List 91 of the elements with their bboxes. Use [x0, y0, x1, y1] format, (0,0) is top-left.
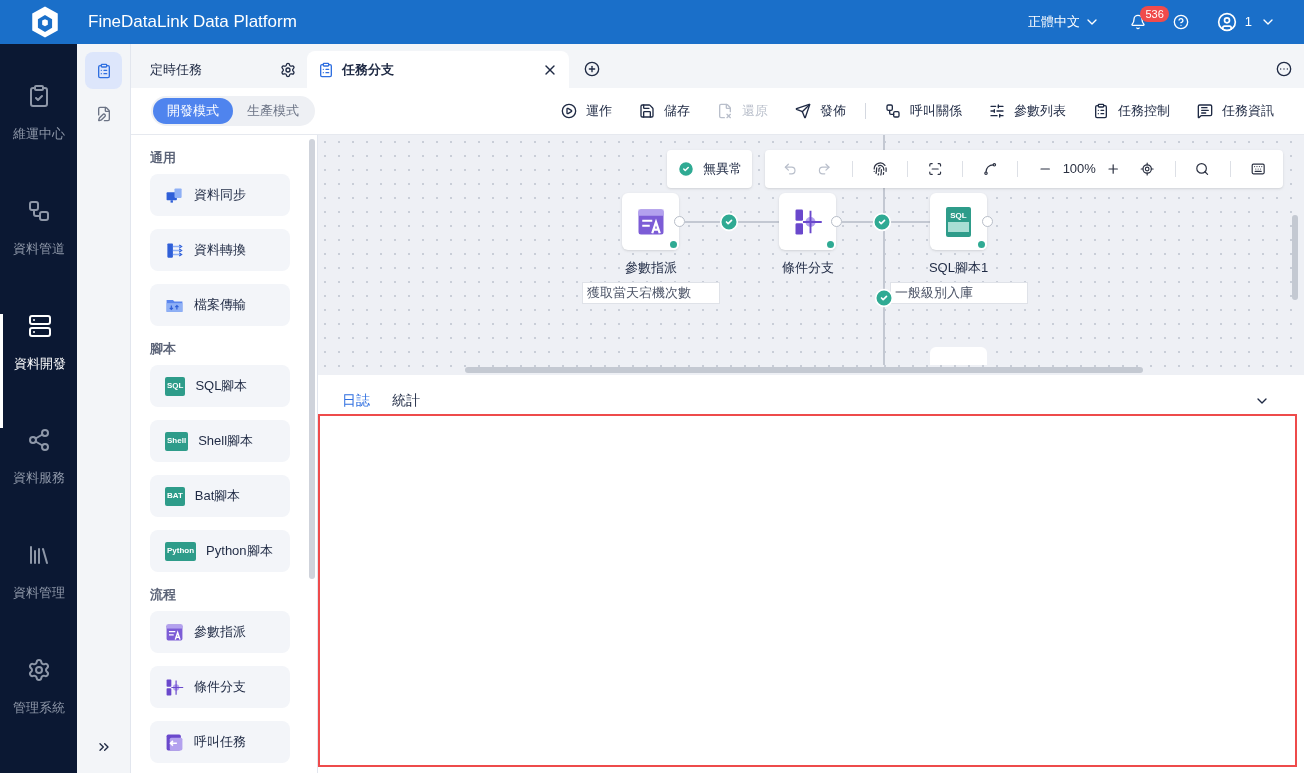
play-icon: [561, 103, 577, 119]
editor-tab[interactable]: 任務分支: [307, 51, 569, 88]
user-name[interactable]: 1: [1244, 12, 1252, 32]
toolbar-button[interactable]: 運作: [561, 101, 612, 121]
nav-item[interactable]: 資料管理: [0, 543, 77, 659]
nav-item[interactable]: 資料服務: [0, 428, 77, 544]
nav-item[interactable]: 管理系統: [0, 658, 77, 773]
nav-item[interactable]: 資料管道: [0, 198, 77, 314]
palette-section-title: 腳本: [150, 340, 177, 355]
zoom-level: 100%: [1062, 160, 1096, 179]
zoom-in-icon[interactable]: [1105, 161, 1121, 177]
pipeline-icon: [26, 198, 51, 223]
settings-icon: [26, 658, 51, 683]
save-icon: [639, 103, 655, 119]
monitor-sync-icon: [165, 185, 184, 205]
palette-item[interactable]: Shell Shell腳本: [150, 420, 290, 462]
locate-icon[interactable]: [1140, 161, 1155, 177]
horizontal-scrollbar[interactable]: [465, 367, 1143, 373]
transform-icon: [165, 240, 184, 260]
bell-icon[interactable]: [1130, 14, 1147, 30]
parameter-icon: [165, 622, 184, 642]
task-icon: [318, 61, 334, 78]
log-tab[interactable]: 統計: [392, 390, 420, 411]
node-label: 參數指派: [624, 259, 677, 277]
more-icon[interactable]: [1276, 61, 1292, 77]
relation-icon: [885, 103, 901, 119]
toolbar-button[interactable]: 任務資訊: [1197, 101, 1274, 121]
toolbar-button[interactable]: 呼叫關係: [885, 101, 962, 121]
log-tab[interactable]: 日誌: [342, 390, 370, 411]
fit-view-icon[interactable]: [927, 161, 943, 177]
nav-item[interactable]: 維運中心: [0, 84, 77, 199]
search-icon[interactable]: [1195, 161, 1210, 177]
mode-option[interactable]: 開發模式: [153, 98, 233, 124]
node-label: 條件分支: [781, 259, 834, 277]
palette-item[interactable]: 資料轉換: [150, 229, 290, 271]
settings-icon[interactable]: [280, 61, 296, 78]
editor-tab[interactable]: 定時任務: [139, 51, 307, 88]
check-icon: [677, 160, 695, 178]
palette-section-title: 流程: [150, 586, 177, 601]
check-icon: [874, 288, 894, 308]
connector-icon[interactable]: [983, 161, 998, 177]
send-icon: [795, 103, 811, 119]
notification-count: 536: [1140, 6, 1169, 22]
node-label: SQL腳本1: [928, 259, 989, 277]
script-file-icon: SQL: [165, 376, 186, 396]
keyboard-icon[interactable]: [1250, 161, 1266, 177]
status-badge: 無異常: [667, 150, 752, 188]
node-note: 一般級別入庫: [889, 281, 1028, 304]
sliders-icon: [989, 103, 1005, 119]
toolbar-button[interactable]: 參數列表: [989, 101, 1066, 121]
check-icon: [872, 212, 892, 232]
revert-icon: [717, 103, 733, 119]
flow-node[interactable]: [779, 193, 836, 250]
branch-icon: [165, 677, 184, 697]
clipboard-icon: [95, 62, 112, 79]
call-task-icon: [165, 732, 184, 752]
mode-option[interactable]: 生產模式: [233, 98, 313, 124]
palette-item[interactable]: Python Python腳本: [150, 530, 290, 572]
toolbar-button[interactable]: 發佈: [795, 101, 846, 121]
file-edit-icon: [95, 105, 112, 122]
flow-node[interactable]: [622, 193, 679, 250]
app-title: FineDataLink Data Platform: [88, 11, 297, 34]
node-note: 獲取當天宕機次數: [581, 281, 720, 304]
share-icon: [26, 428, 51, 453]
palette-item[interactable]: 參數指派: [150, 611, 290, 653]
script-file-icon: Python: [165, 541, 197, 561]
clipboard-icon: [1093, 103, 1109, 119]
toolbar-button[interactable]: 儲存: [639, 101, 690, 121]
add-tab-icon[interactable]: [584, 61, 600, 77]
palette-section-title: 通用: [150, 149, 177, 164]
language-dropdown[interactable]: 正體中文: [1028, 12, 1101, 32]
palette-item[interactable]: 檔案傳輸: [150, 284, 290, 326]
fingerprint-icon[interactable]: [872, 161, 887, 177]
palette-item[interactable]: BAT Bat腳本: [150, 475, 290, 517]
palette-item[interactable]: 條件分支: [150, 666, 290, 708]
script-file-icon: SQL: [945, 206, 972, 237]
palette-item[interactable]: SQL SQL腳本: [150, 365, 290, 407]
vertical-scrollbar[interactable]: [1292, 215, 1298, 300]
task-tool-button[interactable]: [85, 52, 122, 89]
help-icon[interactable]: [1172, 14, 1189, 30]
scrollbar[interactable]: [309, 139, 315, 579]
script-file-icon: Shell: [165, 431, 189, 451]
server-icon: [28, 313, 52, 338]
check-icon: [719, 212, 739, 232]
palette-item[interactable]: 呼叫任務: [150, 721, 290, 763]
flow-node[interactable]: [930, 347, 987, 365]
palette-item[interactable]: 資料同步: [150, 174, 290, 216]
message-icon: [1197, 103, 1213, 119]
user-avatar-icon[interactable]: [1216, 12, 1237, 32]
toolbar-button[interactable]: 任務控制: [1093, 101, 1170, 121]
script-file-icon: BAT: [165, 486, 185, 506]
